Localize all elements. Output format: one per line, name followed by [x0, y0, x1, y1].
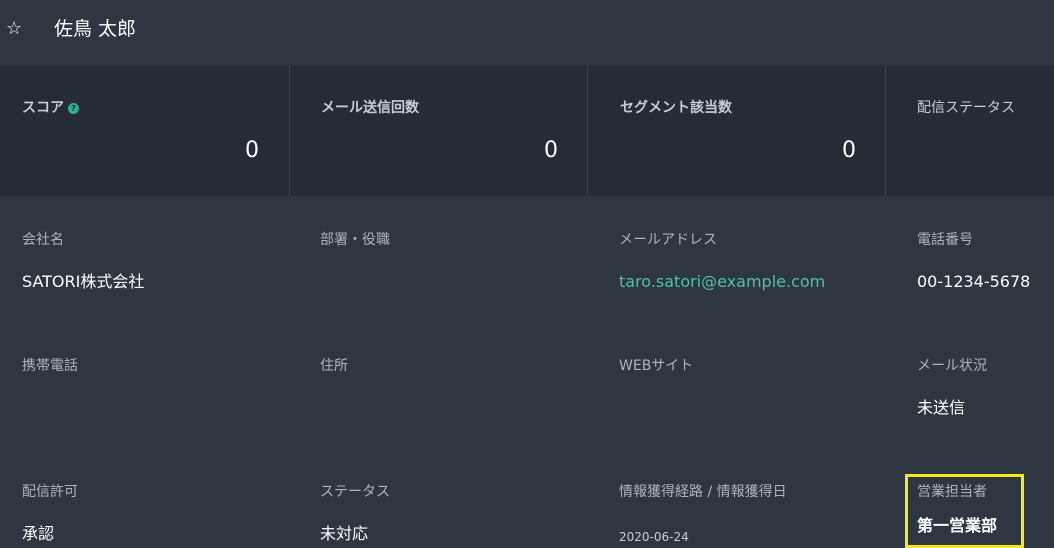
stat-segment-count: セグメント該当数 0	[587, 65, 886, 196]
stat-mail-count-value: 0	[544, 138, 558, 163]
field-department-label: 部署・役職	[320, 232, 390, 248]
sales-rep-highlight-box	[905, 474, 1024, 548]
field-delivery-permission: 配信許可 承認	[22, 482, 78, 545]
field-phone-value: 00-1234-5678	[917, 272, 1031, 291]
email-link[interactable]: taro.satori@example.com	[619, 271, 825, 293]
field-status-value: 未対応	[320, 524, 369, 543]
field-website: WEBサイト	[619, 356, 693, 397]
stat-mail-count-label: メール送信回数	[321, 100, 419, 116]
field-phone-label: 電話番号	[917, 232, 973, 248]
contact-name: 佐鳥 太郎	[54, 18, 137, 40]
stat-score-value: 0	[245, 138, 259, 163]
field-company-label: 会社名	[22, 232, 64, 248]
stat-score-label-wrap: スコア?	[22, 97, 79, 117]
field-delivery-permission-value: 承認	[22, 524, 55, 543]
field-mail-status-label: メール状況	[917, 358, 987, 374]
field-phone: 電話番号 00-1234-5678	[917, 230, 1030, 293]
field-company-value: SATORI株式会社	[22, 272, 145, 291]
stat-segment-count-label: セグメント該当数	[620, 100, 732, 116]
field-mobile: 携帯電話	[22, 356, 78, 397]
help-icon[interactable]: ?	[68, 103, 79, 114]
field-acquisition: 情報獲得経路 / 情報獲得日 2020-06-24	[619, 482, 787, 548]
field-email-label: メールアドレス	[619, 232, 717, 248]
field-mail-status: メール状況 未送信	[917, 356, 987, 419]
field-acquisition-value: 2020-06-24	[619, 530, 689, 544]
field-status-label: ステータス	[320, 484, 390, 500]
field-status: ステータス 未対応	[320, 482, 390, 545]
stat-score-label: スコア	[22, 100, 64, 116]
stat-delivery-status-label: 配信ステータス	[917, 100, 1015, 116]
contact-header: ☆ 佐鳥 太郎	[0, 0, 1054, 62]
field-department: 部署・役職	[320, 230, 390, 271]
stat-mail-count: メール送信回数 0	[289, 65, 588, 196]
field-address-label: 住所	[320, 358, 348, 374]
stat-segment-count-value: 0	[842, 138, 856, 163]
star-icon[interactable]: ☆	[6, 18, 22, 40]
field-mobile-label: 携帯電話	[22, 358, 78, 374]
stat-score: スコア? 0	[0, 65, 289, 196]
field-company: 会社名 SATORI株式会社	[22, 230, 144, 293]
field-delivery-permission-label: 配信許可	[22, 484, 78, 500]
field-address: 住所	[320, 356, 348, 397]
field-website-label: WEBサイト	[619, 358, 694, 374]
field-mail-status-value: 未送信	[917, 398, 966, 417]
field-acquisition-label: 情報獲得経路 / 情報獲得日	[619, 484, 787, 500]
stat-delivery-status: 配信ステータス	[885, 65, 1054, 196]
field-email: メールアドレス taro.satori@example.com	[619, 230, 825, 293]
stats-panel: スコア? 0 メール送信回数 0 セグメント該当数 0 配信ステータス	[0, 65, 1054, 196]
